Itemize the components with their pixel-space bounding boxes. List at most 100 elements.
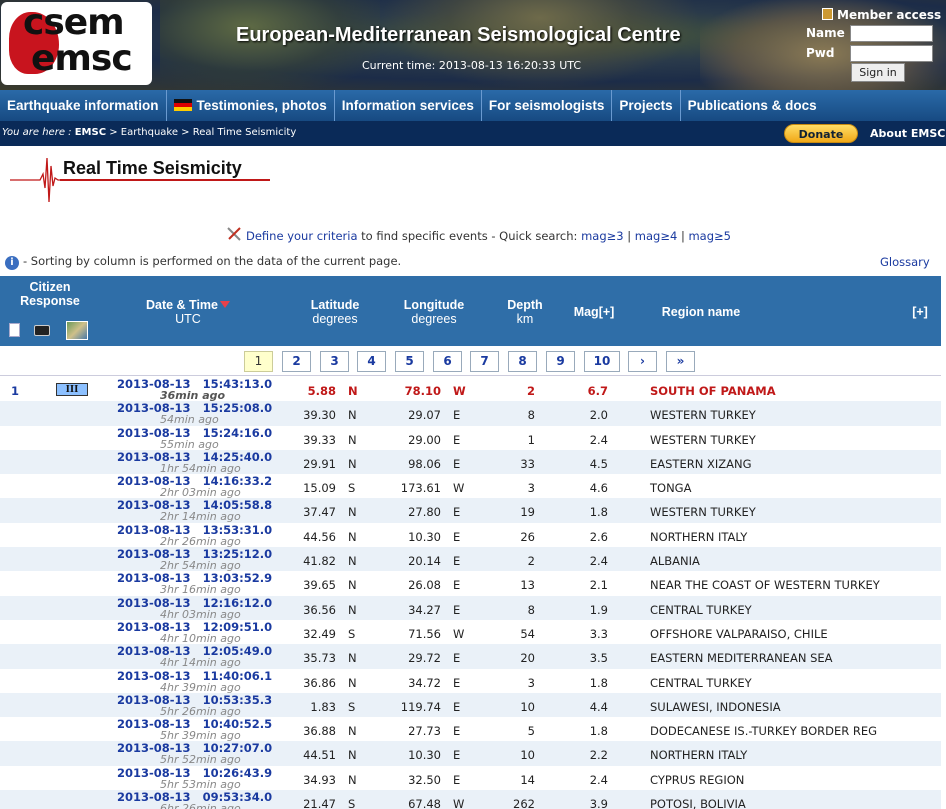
th-longitude[interactable]: Longitude degrees [391, 298, 477, 326]
th-region-name[interactable]: Region name [646, 305, 756, 319]
page-5[interactable]: 5 [395, 351, 424, 372]
table-row[interactable]: 2013-08-13 10:26:43.9 5hr 53min ago 34.93 N… [0, 766, 941, 791]
lon-hemisphere: E [453, 432, 461, 447]
table-row[interactable]: 2013-08-13 09:53:34.0 6hr 26min ago 21.47 S… [0, 790, 941, 809]
emsc-logo[interactable]: csem emsc [1, 2, 152, 85]
info-icon: i [5, 256, 19, 270]
pwd-label: Pwd [806, 46, 835, 60]
longitude: 29.00 [408, 432, 441, 447]
table-row[interactable]: 2013-08-13 13:25:12.0 2hr 54min ago 41.82 N… [0, 547, 941, 572]
lock-icon [822, 8, 833, 20]
page-7[interactable]: 7 [470, 351, 499, 372]
breadcrumb-emsc[interactable]: EMSC [75, 127, 106, 138]
nav-for-seismologists[interactable]: For seismologists [482, 90, 613, 121]
magnitude: 1.8 [589, 505, 608, 520]
page-2[interactable]: 2 [282, 351, 311, 372]
page-6[interactable]: 6 [433, 351, 462, 372]
document-icon[interactable] [9, 323, 20, 337]
th-date-time[interactable]: Date & Time UTC [118, 298, 258, 326]
lon-hemisphere: E [453, 602, 461, 617]
quick-mag3[interactable]: mag≥3 [581, 229, 624, 243]
lon-hemisphere: W [453, 797, 465, 809]
german-flag-icon [173, 99, 192, 111]
longitude: 27.80 [408, 505, 441, 520]
table-row[interactable]: 2013-08-13 10:40:52.5 5hr 39min ago 36.88 N… [0, 717, 941, 743]
table-row[interactable]: 2013-08-13 10:53:35.3 5hr 26min ago 1.83 S 1… [0, 692, 941, 718]
lat-hemisphere: N [348, 529, 357, 544]
lat-hemisphere: N [348, 456, 357, 471]
table-row[interactable]: 2013-08-13 13:03:52.9 3hr 16min ago 39.65 N… [0, 571, 941, 597]
th-more-columns[interactable]: [+] [902, 305, 938, 319]
lon-hemisphere: E [453, 675, 461, 690]
table-row[interactable]: 1 III 2013-08-13 15:43:13.0 36min ago 5.88 N 7… [0, 377, 941, 402]
table-row[interactable]: 2013-08-13 15:25:08.0 54min ago 39.30 N 29.0… [0, 401, 941, 426]
time-ago: 3hr 16min ago [160, 583, 241, 597]
sort-note: i- Sorting by column is performed on the… [5, 254, 401, 270]
table-row[interactable]: 2013-08-13 12:05:49.0 4hr 14min ago 35.73 N… [0, 644, 941, 669]
latitude: 37.47 [303, 505, 336, 520]
page-3[interactable]: 3 [320, 351, 349, 372]
event-rank[interactable]: 1 [11, 384, 19, 398]
glossary-link[interactable]: Glossary [880, 255, 930, 269]
nav-testimonies[interactable]: Testimonies, photos [167, 90, 335, 121]
region-name: OFFSHORE VALPARAISO, CHILE [650, 626, 828, 641]
table-row[interactable]: 2013-08-13 14:05:58.8 2hr 14min ago 37.47 N… [0, 498, 941, 523]
depth: 10 [520, 699, 535, 714]
quick-mag4[interactable]: mag≥4 [635, 229, 678, 243]
title-underline [60, 179, 270, 181]
table-row[interactable]: 2013-08-13 12:16:12.0 4hr 03min ago 36.56 N… [0, 595, 941, 621]
nav-earthquake-information[interactable]: Earthquake information [0, 90, 167, 121]
nav-projects[interactable]: Projects [612, 90, 681, 121]
map-icon[interactable] [66, 321, 88, 340]
page-4[interactable]: 4 [357, 351, 386, 372]
region-name: SULAWESI, INDONESIA [650, 699, 781, 714]
time-ago: 5hr 39min ago [160, 729, 241, 743]
page-last[interactable]: » [666, 351, 695, 372]
table-row[interactable]: 2013-08-13 14:25:40.0 1hr 54min ago 29.91 N… [0, 449, 941, 475]
page-9[interactable]: 9 [546, 351, 575, 372]
page-10[interactable]: 10 [584, 351, 620, 372]
lon-hemisphere: E [453, 578, 461, 593]
magnitude: 2.4 [589, 772, 608, 787]
page-8[interactable]: 8 [508, 351, 537, 372]
define-criteria-link[interactable]: Define your criteria [246, 229, 358, 243]
th-latitude[interactable]: Latitude degrees [292, 298, 378, 326]
name-input[interactable] [850, 25, 933, 42]
about-emsc-link[interactable]: About EMSC [870, 127, 945, 140]
intensity-badge[interactable]: III [56, 383, 88, 396]
lat-hemisphere: N [348, 602, 357, 617]
camera-icon[interactable] [34, 325, 50, 336]
page-1[interactable]: 1 [244, 351, 273, 372]
depth: 10 [520, 748, 535, 763]
table-row[interactable]: 2013-08-13 12:09:51.0 4hr 10min ago 32.49 S… [0, 620, 941, 645]
th-depth[interactable]: Depth km [495, 298, 555, 326]
lon-hemisphere: W [453, 384, 466, 398]
lon-hemisphere: E [453, 408, 461, 423]
page-next[interactable]: › [628, 351, 657, 372]
table-row[interactable]: 2013-08-13 10:27:07.0 5hr 52min ago 44.51 N… [0, 741, 941, 766]
magnitude: 2.1 [589, 578, 608, 593]
lat-hemisphere: N [348, 724, 357, 739]
region-name: CENTRAL TURKEY [650, 602, 752, 617]
donate-button[interactable]: Donate [784, 124, 858, 143]
table-row[interactable]: 2013-08-13 14:16:33.2 2hr 03min ago 15.09 S… [0, 474, 941, 499]
table-header: Citizen Response Date & Time UTC Latitude… [0, 276, 941, 346]
time-ago: 4hr 39min ago [160, 680, 241, 694]
nav-publications[interactable]: Publications & docs [681, 90, 824, 121]
password-input[interactable] [850, 45, 933, 62]
sign-in-button[interactable]: Sign in [851, 63, 905, 82]
quick-mag5[interactable]: mag≥5 [688, 229, 731, 243]
depth: 8 [527, 602, 535, 617]
table-row[interactable]: 2013-08-13 15:24:16.0 55min ago 39.33 N 29.0… [0, 426, 941, 451]
nav-information-services[interactable]: Information services [335, 90, 482, 121]
th-magnitude[interactable]: Mag[+] [563, 305, 625, 319]
depth: 33 [520, 456, 535, 471]
table-row[interactable]: 2013-08-13 11:40:06.1 4hr 39min ago 36.86 N… [0, 669, 941, 694]
time-ago: 36min ago [160, 389, 226, 402]
latitude: 36.86 [303, 675, 336, 690]
magnitude: 2.4 [589, 554, 608, 569]
time-ago: 5hr 53min ago [160, 777, 241, 791]
longitude: 34.27 [408, 602, 441, 617]
th-citizen-response[interactable]: Citizen Response [8, 280, 92, 308]
table-row[interactable]: 2013-08-13 13:53:31.0 2hr 26min ago 44.56 N… [0, 523, 941, 548]
